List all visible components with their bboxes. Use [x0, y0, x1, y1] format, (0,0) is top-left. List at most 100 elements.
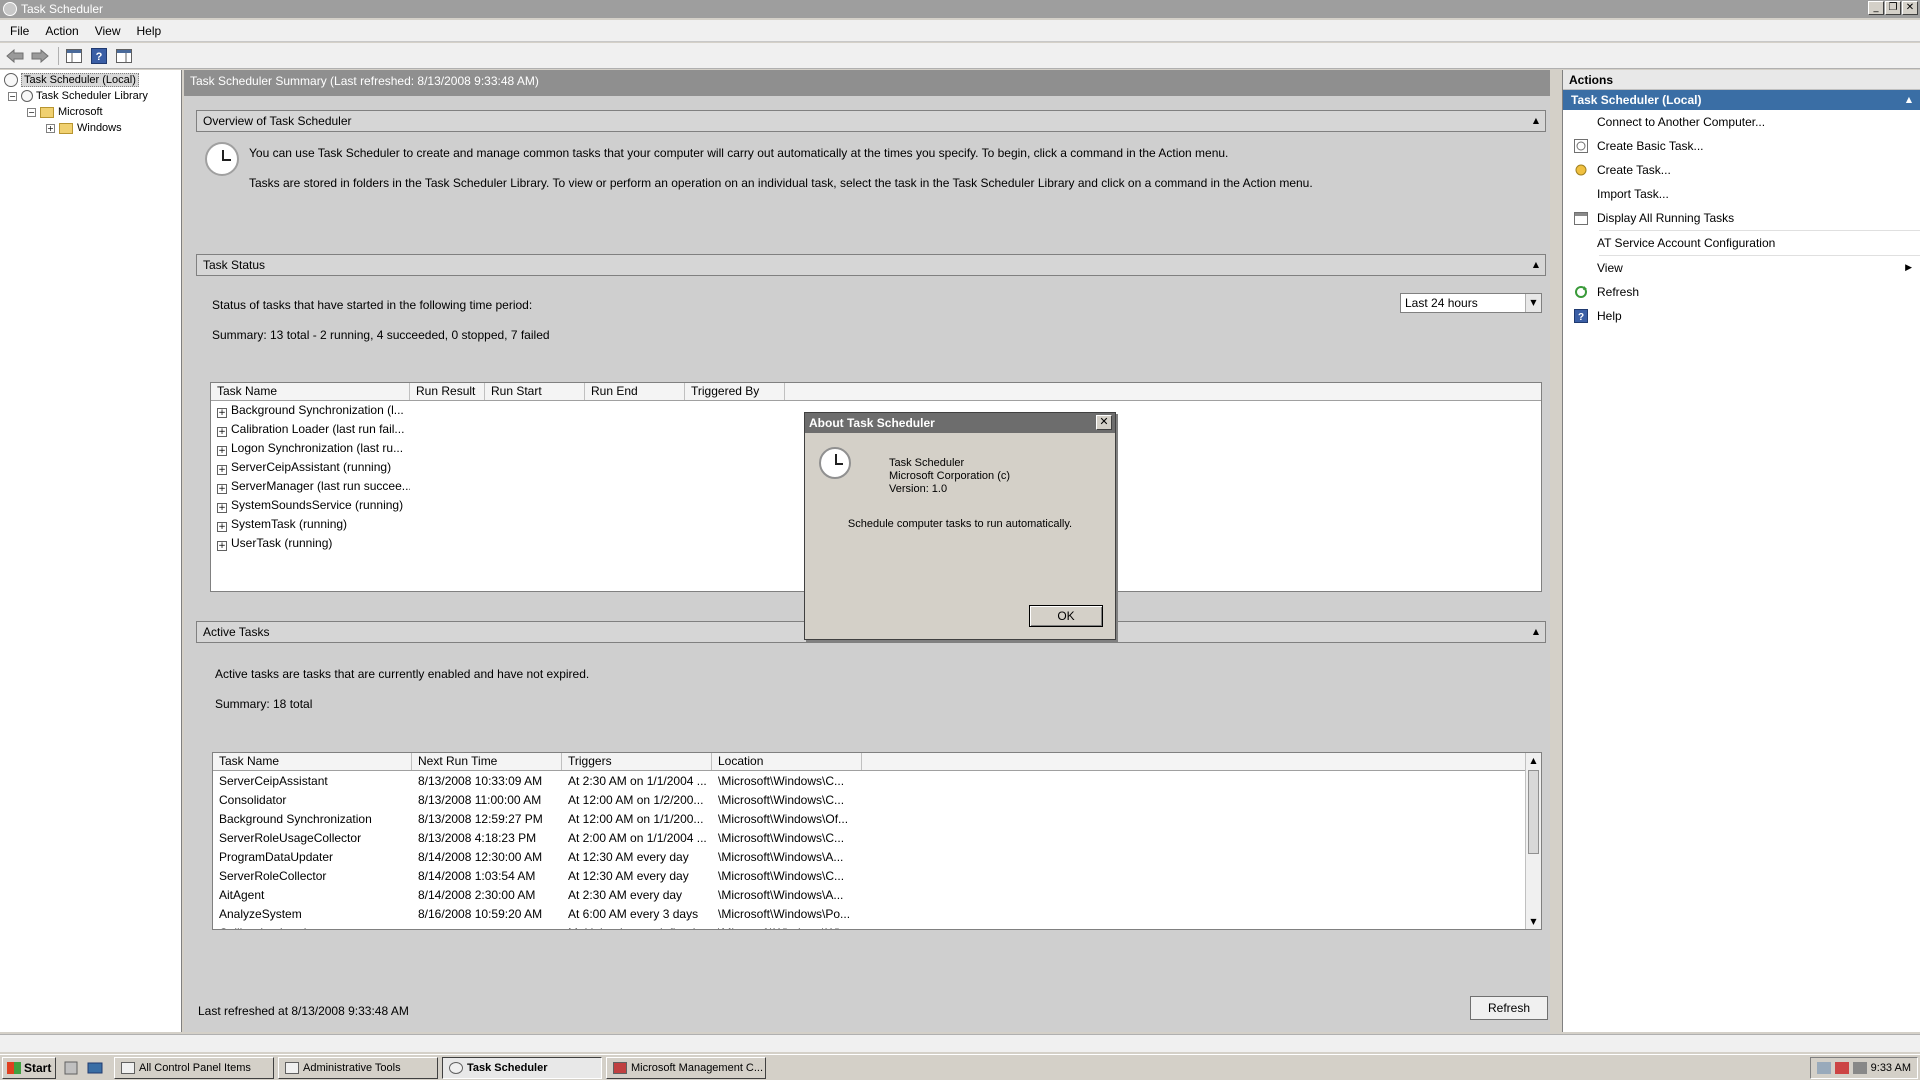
table-row[interactable]: Consolidator 8/13/2008 11:00:00 AM At 12:0…	[213, 790, 1541, 809]
security-icon[interactable]	[1834, 1062, 1849, 1074]
dialog-title: About Task Scheduler	[809, 416, 935, 430]
action-view[interactable]: View ▶	[1563, 256, 1920, 280]
column-header-task-name[interactable]: Task Name	[211, 383, 410, 400]
collapse-arrow-icon[interactable]: ▲	[1533, 255, 1539, 275]
action-connect-to-another-computer[interactable]: Connect to Another Computer...	[1563, 110, 1920, 134]
scroll-down-arrow-icon[interactable]: ▼	[1526, 914, 1541, 929]
table-row[interactable]: ServerRoleCollector 8/14/2008 1:03:54 AM A…	[213, 866, 1541, 885]
expand-icon[interactable]: +	[217, 446, 227, 456]
tree-item-windows[interactable]: + Windows	[0, 120, 181, 136]
next-run-time-cell: 8/14/2008 2:30:00 AM	[418, 887, 536, 902]
expand-icon[interactable]: +	[217, 541, 227, 551]
table-row[interactable]: Background Synchronization 8/13/2008 12:5…	[213, 809, 1541, 828]
expand-icon[interactable]: +	[217, 522, 227, 532]
table-row[interactable]: ProgramDataUpdater 8/14/2008 12:30:00 AM A…	[213, 847, 1541, 866]
next-run-time-cell: 8/13/2008 11:00:00 AM	[418, 792, 542, 807]
column-header-triggers[interactable]: Triggers	[562, 753, 712, 770]
collapse-arrow-icon[interactable]: ▲	[1906, 90, 1912, 110]
volume-icon[interactable]	[1852, 1062, 1867, 1074]
overview-text-1: You can use Task Scheduler to create and…	[249, 146, 1229, 160]
table-row[interactable]: Calibration Loader Multiple triggers defi…	[213, 923, 1541, 930]
vertical-scrollbar[interactable]: ▲ ▼	[1525, 753, 1541, 929]
column-header-triggered-by[interactable]: Triggered By	[685, 383, 785, 400]
actions-section-header[interactable]: Task Scheduler (Local) ▲	[1563, 90, 1920, 110]
table-row[interactable]: AnalyzeSystem 8/16/2008 10:59:20 AM At 6:0…	[213, 904, 1541, 923]
ok-button[interactable]: OK	[1029, 605, 1103, 627]
close-icon[interactable]: ✕	[1096, 415, 1112, 430]
start-button[interactable]: Start	[2, 1056, 56, 1079]
expand-icon[interactable]: +	[217, 503, 227, 513]
column-header-run-result[interactable]: Run Result	[410, 383, 485, 400]
minimize-button[interactable]: _	[1868, 1, 1884, 15]
help-button[interactable]: ?	[88, 46, 110, 66]
column-header-run-end[interactable]: Run End	[585, 383, 685, 400]
triggers-cell: At 2:00 AM on 1/1/2004 ...	[568, 830, 707, 845]
taskbar-button-task-scheduler[interactable]: Task Scheduler	[442, 1056, 602, 1079]
time-period-select[interactable]: Last 24 hours ▼	[1400, 293, 1542, 313]
back-button[interactable]	[4, 46, 26, 66]
menu-file[interactable]: File	[2, 24, 37, 38]
action-import-task[interactable]: Import Task...	[1563, 182, 1920, 206]
column-header-location[interactable]: Location	[712, 753, 862, 770]
forward-button[interactable]	[29, 46, 51, 66]
overview-section-header[interactable]: Overview of Task Scheduler ▲	[196, 110, 1546, 132]
show-desktop-icon[interactable]	[86, 1060, 104, 1076]
next-run-time-cell: 8/16/2008 10:59:20 AM	[418, 906, 543, 921]
tree-item-root[interactable]: Task Scheduler (Local)	[0, 72, 181, 88]
task-name-cell: Calibration Loader	[213, 926, 412, 930]
action-label: Connect to Another Computer...	[1597, 115, 1766, 129]
taskbar-button-control-panel[interactable]: All Control Panel Items	[114, 1056, 274, 1079]
action-label: AT Service Account Configuration	[1597, 236, 1776, 250]
table-row[interactable]: ServerCeipAssistant 8/13/2008 10:33:09 AM…	[213, 771, 1541, 790]
task-name: Background Synchronization (l...	[231, 403, 404, 417]
collapse-arrow-icon[interactable]: ▲	[1533, 622, 1539, 642]
control-panel-icon	[121, 1061, 135, 1074]
toolbar-separator	[58, 46, 59, 65]
tree-item-library[interactable]: − Task Scheduler Library	[0, 88, 181, 104]
scrollbar-thumb[interactable]	[1528, 770, 1539, 854]
show-hide-action-pane-button[interactable]	[113, 46, 135, 66]
action-refresh[interactable]: Refresh	[1563, 280, 1920, 304]
table-row[interactable]: ServerRoleUsageCollector 8/13/2008 4:18:2…	[213, 828, 1541, 847]
action-create-task[interactable]: Create Task...	[1563, 158, 1920, 182]
taskbar-button-administrative-tools[interactable]: Administrative Tools	[278, 1056, 438, 1079]
expand-icon[interactable]: +	[217, 465, 227, 475]
select-value: Last 24 hours	[1405, 296, 1478, 310]
collapse-arrow-icon[interactable]: ▲	[1533, 111, 1539, 131]
restore-button[interactable]: ❐	[1885, 1, 1901, 15]
column-header-run-start[interactable]: Run Start	[485, 383, 585, 400]
expand-icon[interactable]: +	[217, 484, 227, 494]
folder-icon	[40, 106, 54, 118]
show-hide-console-tree-button[interactable]	[63, 46, 85, 66]
clock-icon	[4, 73, 18, 87]
next-run-time-cell: 8/13/2008 4:18:23 PM	[418, 830, 537, 845]
version-text: Version: 1.0	[889, 483, 948, 495]
scroll-up-arrow-icon[interactable]: ▲	[1526, 753, 1541, 768]
network-icon[interactable]	[1816, 1062, 1831, 1074]
expand-icon[interactable]: +	[217, 427, 227, 437]
expand-icon[interactable]: +	[217, 408, 227, 418]
table-row[interactable]: AitAgent 8/14/2008 2:30:00 AM At 2:30 AM e…	[213, 885, 1541, 904]
collapse-toggle[interactable]: −	[27, 107, 36, 117]
clock[interactable]: 9:33 AM	[1871, 1062, 1911, 1074]
menu-action[interactable]: Action	[37, 24, 86, 38]
refresh-button[interactable]: Refresh	[1470, 996, 1548, 1020]
task-name: SystemTask (running)	[231, 517, 348, 531]
expand-toggle[interactable]: +	[46, 123, 55, 133]
menu-help[interactable]: Help	[129, 24, 170, 38]
close-button[interactable]: ✕	[1902, 1, 1918, 15]
menu-view[interactable]: View	[87, 24, 129, 38]
column-header-next-run-time[interactable]: Next Run Time	[412, 753, 562, 770]
column-header-task-name[interactable]: Task Name	[213, 753, 412, 770]
taskbar-button-mmc[interactable]: Microsoft Management C...	[606, 1056, 766, 1079]
action-at-service-account-configuration[interactable]: AT Service Account Configuration	[1563, 231, 1920, 255]
task-status-section-header[interactable]: Task Status ▲	[196, 254, 1546, 276]
action-help[interactable]: ? Help	[1563, 304, 1920, 328]
svg-text:?: ?	[96, 51, 103, 63]
server-manager-quick-launch-icon[interactable]	[62, 1060, 80, 1076]
action-display-all-running-tasks[interactable]: Display All Running Tasks	[1563, 206, 1920, 230]
table-header: Task Name Run Result Run Start Run End T…	[211, 383, 1541, 401]
action-create-basic-task[interactable]: Create Basic Task...	[1563, 134, 1920, 158]
tree-item-microsoft[interactable]: − Microsoft	[0, 104, 181, 120]
collapse-toggle[interactable]: −	[8, 91, 17, 101]
